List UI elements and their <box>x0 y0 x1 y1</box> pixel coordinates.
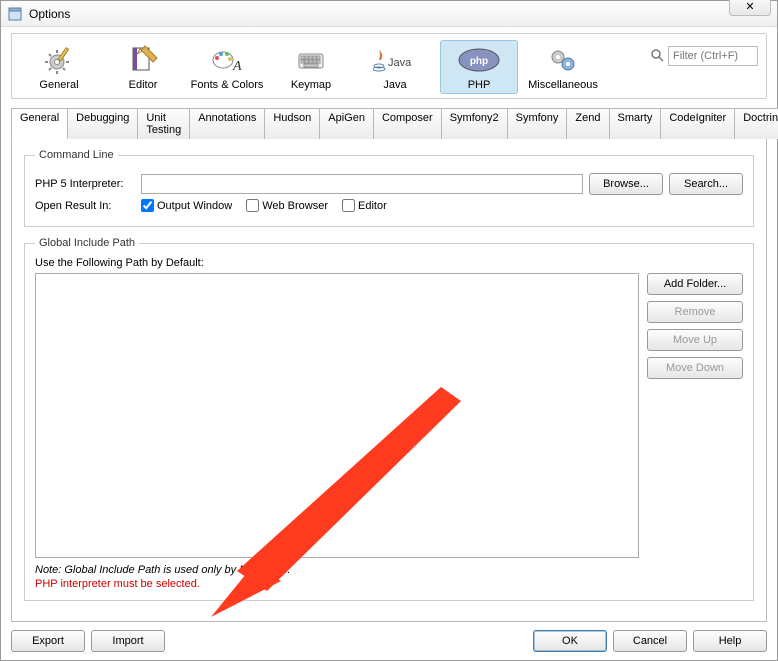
misc-icon <box>547 43 579 77</box>
category-list: General Editor <box>20 40 602 94</box>
keymap-icon <box>295 43 327 77</box>
tab-symfony[interactable]: Symfony <box>507 108 568 139</box>
tab-general[interactable]: General <box>11 108 68 139</box>
category-label: Editor <box>129 79 158 91</box>
remove-button[interactable]: Remove <box>647 301 743 323</box>
category-editor[interactable]: Editor <box>104 40 182 94</box>
include-path-list[interactable] <box>35 273 639 558</box>
category-label: PHP <box>468 79 491 91</box>
svg-text:A: A <box>232 59 242 74</box>
tab-symfony2[interactable]: Symfony2 <box>441 108 508 139</box>
tab-apigen[interactable]: ApiGen <box>319 108 374 139</box>
fonts-icon: A <box>211 43 243 77</box>
category-label: Fonts & Colors <box>191 79 264 91</box>
include-path-note: Note: Global Include Path is used only b… <box>35 564 743 576</box>
command-line-legend: Command Line <box>35 149 118 161</box>
output-window-option[interactable]: Output Window <box>141 199 232 212</box>
options-window: Options ✕ <box>0 0 778 661</box>
move-up-button[interactable]: Move Up <box>647 329 743 351</box>
global-include-legend: Global Include Path <box>35 237 139 249</box>
category-label: Keymap <box>291 79 331 91</box>
move-down-button[interactable]: Move Down <box>647 357 743 379</box>
tab-bar: General Debugging Unit Testing Annotatio… <box>11 107 767 139</box>
category-fonts-colors[interactable]: A Fonts & Colors <box>188 40 266 94</box>
command-line-group: Command Line PHP 5 Interpreter: Browse..… <box>24 149 754 227</box>
tab-annotations[interactable]: Annotations <box>189 108 265 139</box>
editor-option[interactable]: Editor <box>342 199 387 212</box>
close-icon: ✕ <box>745 0 754 13</box>
tab-codeigniter[interactable]: CodeIgniter <box>660 108 735 139</box>
tab-panel-general: Command Line PHP 5 Interpreter: Browse..… <box>11 139 767 622</box>
tab-debugging[interactable]: Debugging <box>67 108 138 139</box>
tab-smarty[interactable]: Smarty <box>609 108 662 139</box>
export-button[interactable]: Export <box>11 630 85 652</box>
tab-zend[interactable]: Zend <box>566 108 609 139</box>
java-icon: Java <box>373 43 417 77</box>
add-folder-button[interactable]: Add Folder... <box>647 273 743 295</box>
gear-icon <box>43 43 75 77</box>
web-browser-option[interactable]: Web Browser <box>246 199 328 212</box>
help-button[interactable]: Help <box>693 630 767 652</box>
tab-hudson[interactable]: Hudson <box>264 108 320 139</box>
filter-input[interactable] <box>668 46 758 66</box>
category-general[interactable]: General <box>20 40 98 94</box>
category-label: Java <box>383 79 406 91</box>
window-title: Options <box>29 7 70 21</box>
interpreter-error-message: PHP interpreter must be selected. <box>35 578 743 590</box>
titlebar: Options ✕ <box>1 1 777 27</box>
include-path-buttons: Add Folder... Remove Move Up Move Down <box>647 273 743 558</box>
filter-search <box>650 40 758 66</box>
tab-unit-testing[interactable]: Unit Testing <box>137 108 190 139</box>
category-keymap[interactable]: Keymap <box>272 40 350 94</box>
category-label: General <box>39 79 78 91</box>
search-icon <box>650 48 664 65</box>
output-window-checkbox[interactable] <box>141 199 154 212</box>
category-php[interactable]: php PHP <box>440 40 518 94</box>
category-toolbar: General Editor <box>11 33 767 99</box>
svg-text:php: php <box>470 56 488 67</box>
import-button[interactable]: Import <box>91 630 165 652</box>
interpreter-label: PHP 5 Interpreter: <box>35 178 135 190</box>
php-icon: php <box>457 43 501 77</box>
interpreter-input[interactable] <box>141 174 583 194</box>
close-button[interactable]: ✕ <box>729 0 771 16</box>
app-icon <box>7 6 23 22</box>
browse-button[interactable]: Browse... <box>589 173 663 195</box>
dialog-button-bar: Export Import OK Cancel Help <box>11 630 767 652</box>
global-include-path-group: Global Include Path Use the Following Pa… <box>24 237 754 601</box>
category-label: Miscellaneous <box>528 79 598 91</box>
cancel-button[interactable]: Cancel <box>613 630 687 652</box>
category-java[interactable]: Java Java <box>356 40 434 94</box>
svg-text:Java: Java <box>388 57 412 69</box>
editor-icon <box>127 43 159 77</box>
tab-composer[interactable]: Composer <box>373 108 442 139</box>
ok-button[interactable]: OK <box>533 630 607 652</box>
content-area: General Editor <box>1 27 777 660</box>
search-button[interactable]: Search... <box>669 173 743 195</box>
use-path-label: Use the Following Path by Default: <box>35 257 743 269</box>
web-browser-checkbox[interactable] <box>246 199 259 212</box>
tab-doctrine2[interactable]: Doctrine2 <box>734 108 778 139</box>
open-result-label: Open Result In: <box>35 200 135 212</box>
category-miscellaneous[interactable]: Miscellaneous <box>524 40 602 94</box>
editor-checkbox[interactable] <box>342 199 355 212</box>
